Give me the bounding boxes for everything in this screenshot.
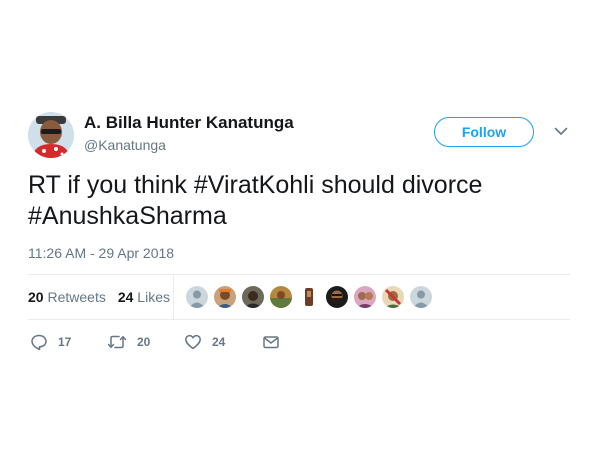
liker-avatar[interactable] bbox=[270, 286, 292, 308]
divider bbox=[28, 319, 570, 320]
like-icon bbox=[185, 334, 201, 350]
retweets-label: Retweets bbox=[47, 289, 106, 305]
reply-button[interactable]: 17 bbox=[30, 332, 71, 352]
profile-avatar-icon bbox=[28, 112, 74, 158]
reply-icon bbox=[31, 334, 47, 351]
liker-avatars bbox=[186, 286, 438, 308]
like-count: 24 bbox=[212, 335, 226, 349]
like-button[interactable]: 24 bbox=[184, 332, 225, 352]
engagement-stats: 20 Retweets 24 Likes bbox=[28, 289, 170, 305]
reply-count: 17 bbox=[58, 335, 72, 349]
liker-avatar[interactable] bbox=[326, 286, 348, 308]
tweet-text-line: #AnushkaSharma bbox=[28, 202, 227, 230]
retweets-stat[interactable]: 20 Retweets bbox=[28, 289, 106, 305]
likes-label: Likes bbox=[137, 289, 170, 305]
retweets-count: 20 bbox=[28, 289, 44, 305]
retweet-button[interactable]: 20 bbox=[107, 332, 150, 352]
display-name[interactable]: A. Billa Hunter Kanatunga bbox=[84, 113, 294, 133]
tweet-text-line: RT if you think #ViratKohli should divor… bbox=[28, 171, 483, 199]
profile-avatar[interactable] bbox=[28, 112, 74, 158]
tweet-text: RT if you think #ViratKohli should divor… bbox=[28, 170, 568, 232]
retweet-count: 20 bbox=[137, 335, 151, 349]
liker-avatar[interactable] bbox=[214, 286, 236, 308]
direct-message-button[interactable] bbox=[262, 332, 280, 352]
likes-stat[interactable]: 24 Likes bbox=[118, 289, 170, 305]
liker-avatar[interactable] bbox=[382, 286, 404, 308]
tweet-timestamp[interactable]: 11:26 AM - 29 Apr 2018 bbox=[28, 245, 174, 261]
divider bbox=[173, 276, 174, 319]
user-handle[interactable]: @Kanatunga bbox=[84, 137, 166, 153]
likes-count: 24 bbox=[117, 289, 134, 305]
divider bbox=[28, 274, 570, 275]
liker-avatar[interactable] bbox=[354, 286, 376, 308]
follow-button[interactable]: Follow bbox=[434, 117, 534, 147]
liker-avatar[interactable] bbox=[186, 286, 208, 308]
direct-message-icon bbox=[263, 336, 279, 349]
chevron-down-icon[interactable] bbox=[553, 123, 569, 139]
retweet-icon bbox=[107, 335, 127, 349]
liker-avatar[interactable] bbox=[242, 286, 264, 308]
liker-avatar[interactable] bbox=[298, 286, 320, 308]
liker-avatar[interactable] bbox=[410, 286, 432, 308]
